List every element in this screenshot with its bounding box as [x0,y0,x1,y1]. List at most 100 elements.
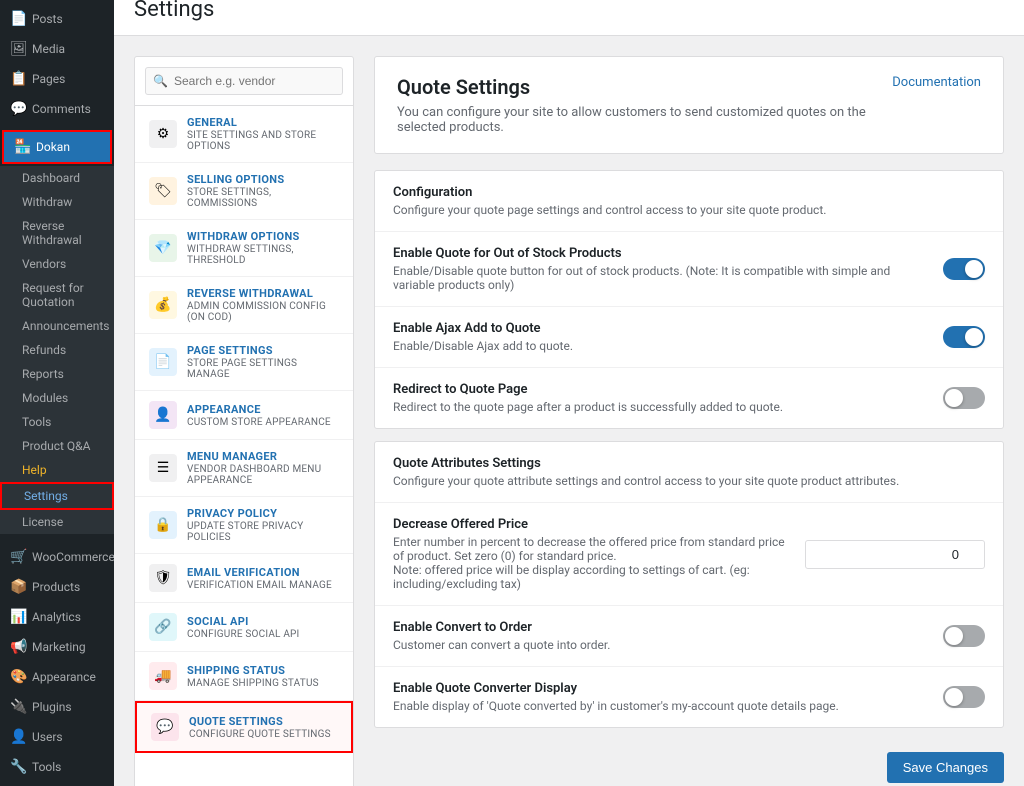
dokan-submenu-settings[interactable]: Settings [0,482,114,510]
toggle-enable-quote-out-of-stock[interactable] [943,258,985,280]
settings-main: Quote Settings You can configure your si… [374,56,1004,786]
save-changes-button[interactable]: Save Changes [887,752,1004,783]
sidebar-item-analytics[interactable]: 📊 Analytics [0,602,114,632]
analytics-icon: 📊 [10,609,26,625]
dokan-submenu-vendors[interactable]: Vendors [0,252,114,276]
sidebar-item-posts[interactable]: 📄 Posts [0,4,114,34]
marketing-icon: 📢 [10,639,26,655]
sidebar-item-media[interactable]: 🖼 Media [0,34,114,64]
row-title-out-of-stock: Enable Quote for Out of Stock Products [393,246,923,261]
settings-search-input[interactable] [145,67,343,95]
sidebar-item-users[interactable]: 👤 Users [0,722,114,752]
row-desc-converter-display: Enable display of 'Quote converted by' i… [393,699,923,713]
appearance-settings-icon: 👤 [149,401,177,429]
row-enable-ajax-add-to-quote: Enable Ajax Add to Quote Enable/Disable … [375,307,1003,368]
toggle-redirect-to-quote[interactable] [943,387,985,409]
configuration-desc: Configure your quote page settings and c… [393,203,985,217]
settings-menu-withdraw-options[interactable]: 💎 WITHDRAW OPTIONS WITHDRAW SETTINGS, TH… [135,220,353,277]
row-enable-quote-out-of-stock: Enable Quote for Out of Stock Products E… [375,232,1003,307]
dokan-submenu-tools[interactable]: Tools [0,410,114,434]
dokan-submenu-reverse-withdrawal[interactable]: Reverse Withdrawal [0,214,114,252]
posts-icon: 📄 [10,11,26,27]
settings-menu-social-api[interactable]: 🔗 SOCIAL API CONFIGURE SOCIAL API [135,603,353,652]
content-area: 🔍 ⚙ GENERAL SITE SETTINGS AND STORE OPTI… [114,36,1024,786]
dokan-submenu-refunds[interactable]: Refunds [0,338,114,362]
dokan-submenu: Dashboard Withdraw Reverse Withdrawal Ve… [0,166,114,534]
settings-menu-quote-settings[interactable]: 💬 QUOTE SETTINGS CONFIGURE QUOTE SETTING… [135,701,353,753]
dokan-submenu-withdraw[interactable]: Withdraw [0,190,114,214]
settings-search-container: 🔍 [135,57,353,106]
settings-menu-menu-manager[interactable]: ☰ MENU MANAGER VENDOR DASHBOARD MENU APP… [135,440,353,497]
general-icon: ⚙ [149,120,177,148]
row-title-convert-order: Enable Convert to Order [393,620,923,635]
row-desc-out-of-stock: Enable/Disable quote button for out of s… [393,264,923,292]
dokan-icon: 🏪 [14,139,30,155]
toggle-enable-ajax[interactable] [943,326,985,348]
row-redirect-to-quote: Redirect to Quote Page Redirect to the q… [375,368,1003,428]
settings-menu-shipping-status[interactable]: 🚚 SHIPPING STATUS MANAGE SHIPPING STATUS [135,652,353,701]
toggle-quote-converter-display[interactable] [943,686,985,708]
search-icon: 🔍 [153,74,168,88]
selling-icon: 🏷 [149,177,177,205]
products-icon: 📦 [10,579,26,595]
dokan-submenu-modules[interactable]: Modules [0,386,114,410]
dokan-submenu-product-qa[interactable]: Product Q&A [0,434,114,458]
sidebar-item-woocommerce[interactable]: 🛒 WooCommerce [0,542,114,572]
sidebar-item-comments[interactable]: 💬 Comments [0,94,114,124]
sidebar-item-products[interactable]: 📦 Products [0,572,114,602]
row-desc-decrease-price: Enter number in percent to decrease the … [393,535,785,591]
settings-menu-general[interactable]: ⚙ GENERAL SITE SETTINGS AND STORE OPTION… [135,106,353,163]
sidebar-item-settings-wp[interactable]: ⚙ Settings [0,782,114,786]
toggle-convert-to-order[interactable] [943,625,985,647]
quote-attributes-title: Quote Attributes Settings [393,456,985,471]
quote-header: Quote Settings You can configure your si… [374,56,1004,154]
quote-attributes-desc: Configure your quote attribute settings … [393,474,985,488]
sidebar-item-dokan[interactable]: 🏪 Dokan [4,132,110,162]
sidebar-item-tools-wp[interactable]: 🔧 Tools [0,752,114,782]
settings-menu-appearance[interactable]: 👤 APPEARANCE CUSTOM STORE APPEARANCE [135,391,353,440]
settings-menu-selling-options[interactable]: 🏷 SELLING OPTIONS STORE SETTINGS, COMMIS… [135,163,353,220]
configuration-card: Configuration Configure your quote page … [374,170,1004,429]
row-desc-redirect: Redirect to the quote page after a produ… [393,400,923,414]
media-icon: 🖼 [10,41,26,57]
quote-settings-title: Quote Settings [397,75,892,99]
sidebar-item-marketing[interactable]: 📢 Marketing [0,632,114,662]
row-title-redirect: Redirect to Quote Page [393,382,923,397]
settings-menu-privacy-policy[interactable]: 🔒 PRIVACY POLICY UPDATE STORE PRIVACY PO… [135,497,353,554]
toggle-slider-ajax [943,326,985,348]
admin-sidebar: 📄 Posts 🖼 Media 📋 Pages 💬 Comments 🏪 Dok… [0,0,114,786]
toggle-slider-redirect [943,387,985,409]
documentation-link[interactable]: Documentation [892,75,981,90]
menu-manager-icon: ☰ [149,454,177,482]
row-title-converter-display: Enable Quote Converter Display [393,681,923,696]
plugins-icon: 🔌 [10,699,26,715]
settings-menu-email-verification[interactable]: 🛡 EMAIL VERIFICATION VERIFICATION EMAIL … [135,554,353,603]
general-text: GENERAL SITE SETTINGS AND STORE OPTIONS [187,116,339,152]
dokan-submenu-license[interactable]: License [0,510,114,534]
save-btn-container: Save Changes [374,740,1004,786]
quote-attributes-header: Quote Attributes Settings Configure your… [375,442,1003,503]
withdraw-icon: 💎 [149,234,177,262]
dokan-submenu-reports[interactable]: Reports [0,362,114,386]
decrease-price-input[interactable] [805,540,985,569]
shipping-icon: 🚚 [149,662,177,690]
dokan-submenu-announcements[interactable]: Announcements [0,314,114,338]
toggle-slider-out-of-stock [943,258,985,280]
settings-menu-page-settings[interactable]: 📄 PAGE SETTINGS STORE PAGE SETTINGS MANA… [135,334,353,391]
sidebar-item-pages[interactable]: 📋 Pages [0,64,114,94]
dokan-submenu-help[interactable]: Help [0,458,114,482]
row-title-decrease-price: Decrease Offered Price [393,517,785,532]
settings-menu-reverse-withdrawal[interactable]: 💰 REVERSE WITHDRAWAL ADMIN COMMISSION CO… [135,277,353,334]
toggle-slider-convert-order [943,625,985,647]
sidebar-item-plugins[interactable]: 🔌 Plugins [0,692,114,722]
row-desc-ajax: Enable/Disable Ajax add to quote. [393,339,923,353]
settings-sidebar: 🔍 ⚙ GENERAL SITE SETTINGS AND STORE OPTI… [134,56,354,786]
toggle-slider-converter-display [943,686,985,708]
sidebar-item-appearance[interactable]: 🎨 Appearance [0,662,114,692]
email-icon: 🛡 [149,564,177,592]
search-wrapper: 🔍 [145,67,343,95]
dokan-submenu-dashboard[interactable]: Dashboard [0,166,114,190]
dokan-submenu-request-for-quotation[interactable]: Request for Quotation [0,276,114,314]
reverse-withdrawal-icon: 💰 [149,291,177,319]
top-bar: Settings [114,0,1024,36]
